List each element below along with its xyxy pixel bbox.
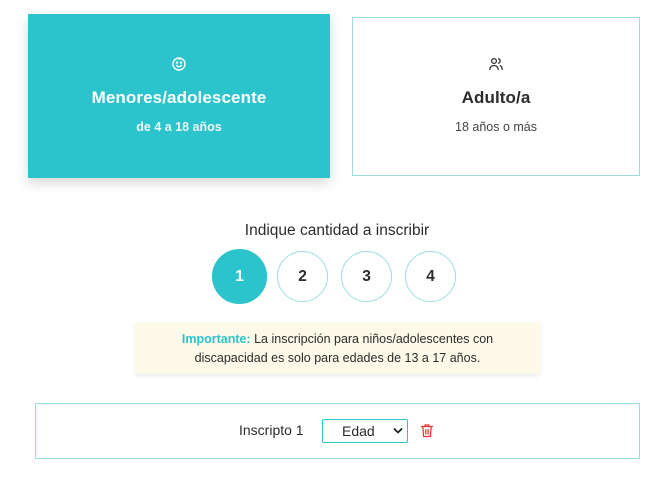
quantity-option-4[interactable]: 4 — [405, 251, 456, 302]
chevron-down-icon — [393, 428, 403, 434]
registrant-label: Inscripto 1 — [239, 422, 304, 438]
card-subtitle: 18 años o más — [455, 120, 537, 134]
age-select-value: Edad — [342, 423, 375, 439]
users-icon — [489, 57, 503, 71]
quantity-option-3[interactable]: 3 — [341, 251, 392, 302]
card-adults[interactable]: Adulto/a 18 años o más — [352, 17, 640, 176]
notice-text-2: discapacidad es solo para edades de 13 a… — [194, 351, 481, 365]
quantity-selector: 1 2 3 4 — [212, 249, 456, 304]
card-minors[interactable]: Menores/adolescente de 4 a 18 años — [28, 14, 330, 178]
trash-icon[interactable] — [420, 423, 434, 438]
smiley-icon — [172, 57, 186, 71]
notice-line-1: Importante: La inscripción para niños/ad… — [135, 330, 540, 349]
card-title: Adulto/a — [461, 88, 531, 107]
age-select[interactable]: Edad — [322, 419, 408, 443]
notice-text-1: La inscripción para niños/adolescentes c… — [254, 332, 494, 346]
card-title: Menores/adolescente — [91, 88, 267, 107]
card-subtitle: de 4 a 18 años — [136, 120, 222, 134]
registrant-row: Inscripto 1 Edad — [35, 403, 640, 459]
quantity-option-1[interactable]: 1 — [212, 249, 267, 304]
quantity-option-2[interactable]: 2 — [277, 251, 328, 302]
quantity-label: Indique cantidad a inscribir — [244, 222, 430, 239]
notice-strong: Importante: — [181, 332, 251, 346]
important-notice: Importante: La inscripción para niños/ad… — [135, 322, 540, 374]
